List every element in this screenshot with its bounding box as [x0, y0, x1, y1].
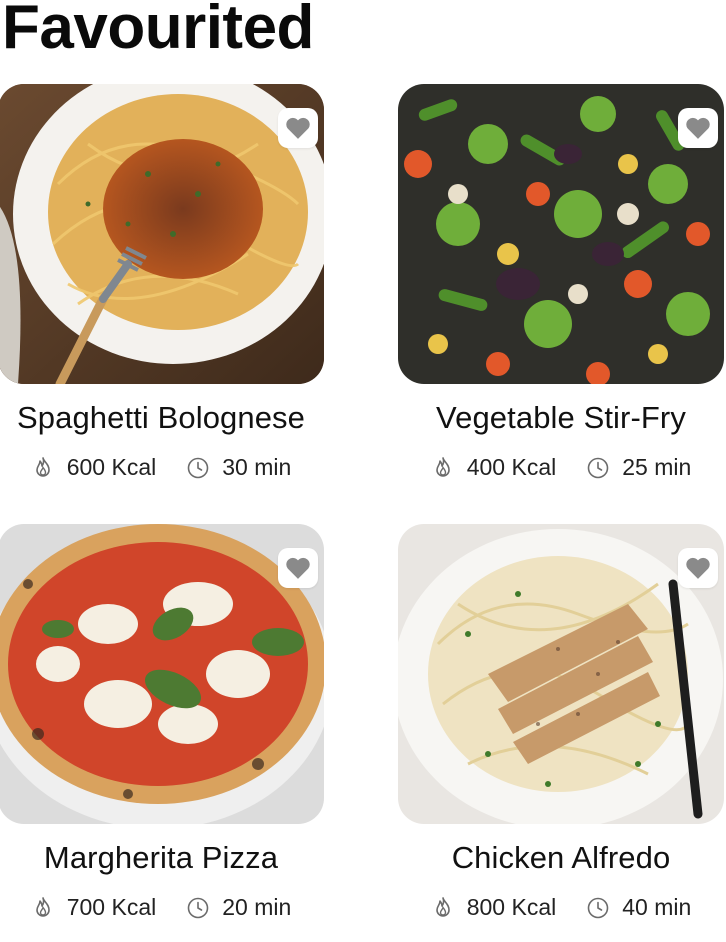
stir-fry-image [398, 84, 724, 384]
recipe-meta: 400 Kcal 25 min [398, 454, 724, 481]
clock-icon [186, 456, 210, 480]
spaghetti-image [0, 84, 324, 384]
pizza-image [0, 524, 324, 824]
time-value: 40 min [622, 894, 692, 920]
recipe-card-chicken-alfredo[interactable]: Chicken Alfredo 800 Kcal 40 min [398, 524, 724, 921]
flame-icon [31, 896, 55, 920]
recipe-image[interactable] [0, 524, 324, 824]
heart-icon [686, 557, 710, 579]
recipe-image[interactable] [398, 524, 724, 824]
time-info: 30 min [186, 454, 291, 481]
recipe-meta: 800 Kcal 40 min [398, 894, 724, 921]
calories-info: 400 Kcal [431, 454, 557, 481]
recipe-title: Spaghetti Bolognese [16, 400, 305, 435]
clock-icon [586, 896, 610, 920]
heart-icon [286, 117, 310, 139]
recipe-meta: 600 Kcal 30 min [0, 454, 324, 481]
calories-info: 700 Kcal [31, 894, 157, 921]
recipe-title: Margherita Pizza [43, 840, 279, 875]
calories-value: 700 Kcal [66, 894, 157, 920]
time-info: 20 min [186, 894, 291, 921]
calories-info: 800 Kcal [431, 894, 557, 921]
heart-icon [286, 557, 310, 579]
recipe-card-spaghetti-bolognese[interactable]: Spaghetti Bolognese 600 Kcal 30 min [0, 84, 324, 481]
calories-value: 800 Kcal [466, 894, 557, 920]
clock-icon [186, 896, 210, 920]
recipe-meta: 700 Kcal 20 min [0, 894, 324, 921]
heart-icon [686, 117, 710, 139]
recipe-title: Vegetable Stir-Fry [436, 400, 686, 435]
recipe-title: Chicken Alfredo [451, 840, 671, 875]
time-info: 40 min [586, 894, 691, 921]
page-title: Favourited [2, 0, 314, 62]
time-value: 20 min [222, 894, 292, 920]
recipe-image[interactable] [0, 84, 324, 384]
time-value: 25 min [622, 454, 692, 480]
recipe-card-vegetable-stir-fry[interactable]: Vegetable Stir-Fry 400 Kcal 25 min [398, 84, 724, 481]
recipe-card-margherita-pizza[interactable]: Margherita Pizza 700 Kcal 20 min [0, 524, 324, 921]
time-value: 30 min [222, 454, 292, 480]
favorite-button[interactable] [678, 548, 718, 588]
recipe-image[interactable] [398, 84, 724, 384]
favorite-button[interactable] [278, 548, 318, 588]
flame-icon [31, 456, 55, 480]
alfredo-image [398, 524, 724, 824]
calories-info: 600 Kcal [31, 454, 157, 481]
flame-icon [431, 896, 455, 920]
flame-icon [431, 456, 455, 480]
calories-value: 600 Kcal [66, 454, 157, 480]
clock-icon [586, 456, 610, 480]
time-info: 25 min [586, 454, 691, 481]
favorite-button[interactable] [278, 108, 318, 148]
calories-value: 400 Kcal [466, 454, 557, 480]
favorite-button[interactable] [678, 108, 718, 148]
